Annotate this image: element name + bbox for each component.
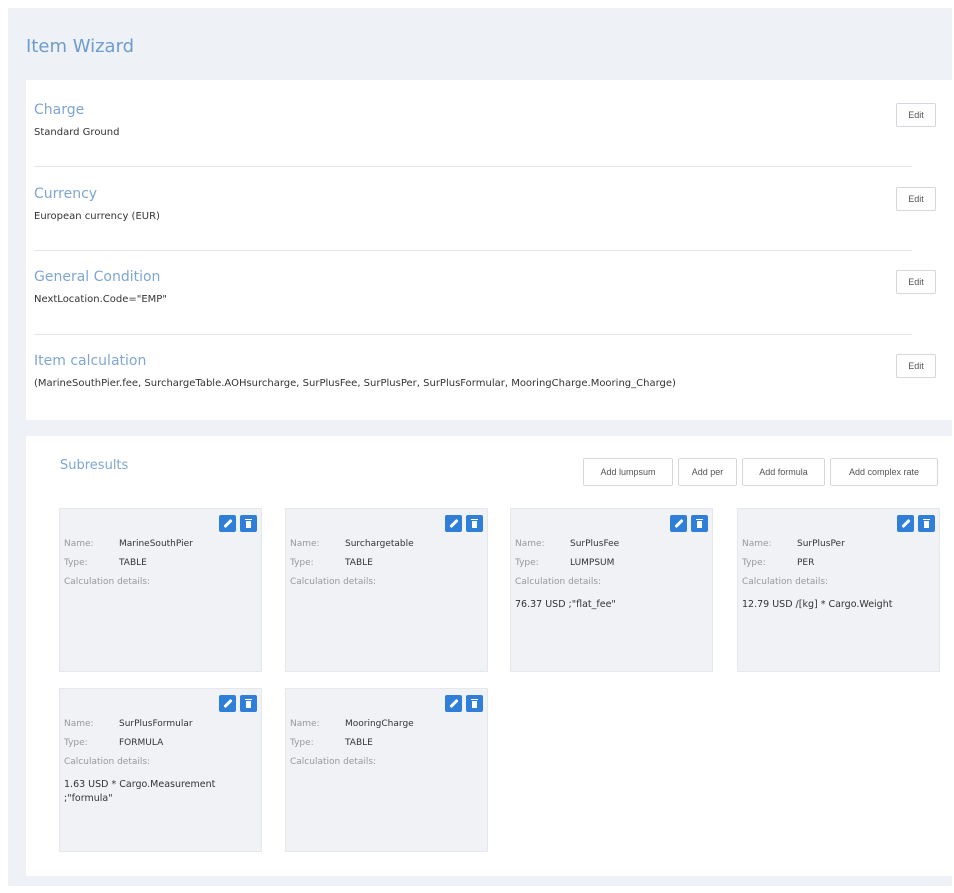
subresult-card: Name: SurPlusFee Type: LUMPSUM Calculation…	[510, 508, 713, 672]
calc-value: 1.63 USD * Cargo.Measurement ;"formula"	[64, 779, 216, 804]
add-complex-rate-button[interactable]: Add complex rate	[830, 458, 938, 486]
subresult-card: Name: SurPlusFormular Type: FORMULA Calcul…	[59, 688, 262, 852]
type-label: Type:	[742, 558, 766, 568]
pencil-icon[interactable]	[219, 695, 236, 712]
card-actions	[666, 515, 708, 534]
calc-label: Calculation details:	[290, 577, 377, 587]
subresults-title: Subresults	[60, 458, 129, 473]
name-label: Name:	[64, 539, 94, 549]
subresult-card: Name: SurPlusPer Type: PER Calculation det…	[737, 508, 940, 672]
edit-general-condition-button[interactable]: Edit	[896, 270, 936, 294]
type-label: Type:	[290, 738, 314, 748]
card-name: SurPlusPer	[797, 539, 845, 549]
edit-currency-button[interactable]: Edit	[896, 187, 936, 211]
divider	[34, 334, 912, 335]
card-actions	[441, 515, 483, 534]
card-name: MooringCharge	[345, 719, 414, 729]
name-label: Name:	[742, 539, 772, 549]
trash-icon[interactable]	[466, 515, 483, 532]
calc-value: 12.79 USD /[kg] * Cargo.Weight	[742, 599, 893, 610]
card-actions	[215, 515, 257, 534]
pencil-icon[interactable]	[219, 515, 236, 532]
section-title: Charge	[34, 102, 85, 118]
page-title: Item Wizard	[26, 36, 135, 57]
calc-label: Calculation details:	[742, 577, 829, 587]
type-label: Type:	[290, 558, 314, 568]
section-value: European currency (EUR)	[34, 211, 160, 222]
add-formula-button[interactable]: Add formula	[742, 458, 825, 486]
card-actions	[893, 515, 935, 534]
edit-item-calculation-button[interactable]: Edit	[896, 354, 936, 378]
divider	[34, 166, 912, 167]
card-type: LUMPSUM	[570, 558, 615, 568]
subresult-card: Name: Surchargetable Type: TABLE Calculati…	[285, 508, 488, 672]
card-type: TABLE	[119, 558, 147, 568]
pencil-icon[interactable]	[897, 515, 914, 532]
subresult-card: Name: MooringCharge Type: TABLE Calculatio…	[285, 688, 488, 852]
pencil-icon[interactable]	[445, 695, 462, 712]
add-per-button[interactable]: Add per	[678, 458, 737, 486]
calc-label: Calculation details:	[290, 757, 377, 767]
edit-charge-button[interactable]: Edit	[896, 103, 936, 127]
trash-icon[interactable]	[918, 515, 935, 532]
section-title: General Condition	[34, 269, 161, 285]
type-label: Type:	[64, 558, 88, 568]
divider	[34, 250, 912, 251]
card-type: TABLE	[345, 738, 373, 748]
card-actions	[215, 695, 257, 714]
trash-icon[interactable]	[466, 695, 483, 712]
trash-icon[interactable]	[240, 695, 257, 712]
trash-icon[interactable]	[240, 515, 257, 532]
card-name: MarineSouthPier	[119, 539, 193, 549]
type-label: Type:	[64, 738, 88, 748]
card-name: Surchargetable	[345, 539, 414, 549]
calc-label: Calculation details:	[515, 577, 602, 587]
card-name: SurPlusFee	[570, 539, 620, 549]
name-label: Name:	[290, 539, 320, 549]
card-type: PER	[797, 558, 815, 568]
trash-icon[interactable]	[691, 515, 708, 532]
pencil-icon[interactable]	[445, 515, 462, 532]
subresult-card: Name: MarineSouthPier Type: TABLE Calculat…	[59, 508, 262, 672]
section-title: Currency	[34, 186, 98, 202]
name-label: Name:	[515, 539, 545, 549]
card-type: TABLE	[345, 558, 373, 568]
card-actions	[441, 695, 483, 714]
calc-value: 76.37 USD ;"flat_fee"	[515, 599, 616, 610]
card-type: FORMULA	[119, 738, 164, 748]
section-value: Standard Ground	[34, 127, 120, 138]
section-value: NextLocation.Code="EMP"	[34, 294, 167, 305]
card-name: SurPlusFormular	[119, 719, 193, 729]
type-label: Type:	[515, 558, 539, 568]
calc-label: Calculation details:	[64, 757, 151, 767]
name-label: Name:	[64, 719, 94, 729]
calc-label: Calculation details:	[64, 577, 151, 587]
name-label: Name:	[290, 719, 320, 729]
section-title: Item calculation	[34, 353, 147, 369]
add-lumpsum-button[interactable]: Add lumpsum	[583, 458, 673, 486]
pencil-icon[interactable]	[670, 515, 687, 532]
section-value: (MarineSouthPier.fee, SurchargeTable.AOH…	[34, 378, 676, 389]
